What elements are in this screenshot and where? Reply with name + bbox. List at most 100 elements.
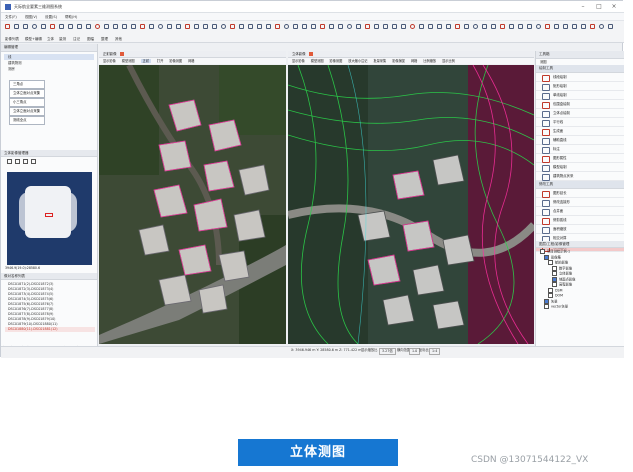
layer-button[interactable]: 立体立面对点采集 <box>9 107 45 116</box>
toolbar-tool-icon[interactable] <box>509 24 514 29</box>
tool-item[interactable]: 模型绘制 <box>536 163 624 172</box>
toolbar-tool-icon[interactable] <box>32 24 37 29</box>
toolbar-tool-icon[interactable] <box>293 24 298 29</box>
tree-checkbox[interactable] <box>544 254 549 260</box>
menu-help[interactable]: 帮助(H) <box>65 13 77 21</box>
toolbar-tool-icon[interactable] <box>554 24 559 29</box>
toolbar-tool-icon[interactable] <box>176 24 181 29</box>
toolbar-tool-icon[interactable] <box>158 24 163 29</box>
toolbar-tool-icon[interactable] <box>284 24 289 29</box>
toolbar-tool-icon[interactable] <box>59 24 64 29</box>
toolbar-tool-icon[interactable] <box>203 24 208 29</box>
tree-checkbox[interactable] <box>548 260 553 265</box>
ratio-value[interactable]: 1:4 <box>429 347 441 355</box>
tool-item[interactable]: 修改连接形 <box>536 198 624 207</box>
layer-button[interactable]: 测线全点 <box>9 116 45 125</box>
toolbar-tool-icon[interactable] <box>86 24 91 29</box>
tree-checkbox[interactable] <box>552 282 557 287</box>
toolbar-tool-icon[interactable] <box>23 24 28 29</box>
toolbar-tool-icon[interactable] <box>248 24 253 29</box>
tree-checkbox[interactable] <box>548 287 553 293</box>
tree-checkbox[interactable] <box>544 298 549 304</box>
toolbar-tool-icon[interactable] <box>320 24 325 29</box>
tab-image-list[interactable]: 影像列表 <box>5 35 19 43</box>
layer-button[interactable]: 立体立面对点采集 <box>9 89 45 98</box>
toolbar-tool-icon[interactable] <box>347 24 352 29</box>
toolbar-tool-icon[interactable] <box>419 24 424 29</box>
toolbar-tool-icon[interactable] <box>68 24 73 29</box>
tool-item[interactable]: 辅助直线 <box>536 136 624 145</box>
tree-checkbox[interactable] <box>548 293 553 298</box>
toolbar-tool-icon[interactable] <box>221 24 226 29</box>
toolbar-tool-icon[interactable] <box>338 24 343 29</box>
toolbar-tool-icon[interactable] <box>518 24 523 29</box>
tool-item[interactable]: 建筑物点状采 <box>536 172 624 181</box>
toolbar-tool-icon[interactable] <box>5 24 10 29</box>
toolbar-tool-icon[interactable] <box>572 24 577 29</box>
zoom-value[interactable]: 3.27倍 <box>379 347 396 355</box>
toolbar-tool-icon[interactable] <box>113 24 118 29</box>
toolbar-tool-icon[interactable] <box>239 24 244 29</box>
toolbar-tool-icon[interactable] <box>131 24 136 29</box>
stereo-tab[interactable]: 影像捕捉 <box>392 59 405 63</box>
draw-tools-group[interactable]: 绘制工具 <box>536 65 624 73</box>
toolbar-tool-icon[interactable] <box>374 24 379 29</box>
overview-refresh-icon[interactable] <box>31 159 36 164</box>
tree-checkbox[interactable] <box>552 271 557 276</box>
tab-measure[interactable]: 量测 <box>59 35 66 43</box>
toolbar-tool-icon[interactable] <box>464 24 469 29</box>
toolbar-tool-icon[interactable] <box>410 24 415 29</box>
overview-view-marker[interactable] <box>45 213 53 217</box>
layer-button[interactable]: 小三角点 <box>9 98 45 107</box>
tool-item[interactable]: 修剪弧线 <box>536 216 624 225</box>
tab-other[interactable]: 其他 <box>115 35 122 43</box>
toolbar-tool-icon[interactable] <box>428 24 433 29</box>
toolbar-tool-icon[interactable] <box>329 24 334 29</box>
stereo-aerial-image[interactable] <box>288 65 534 344</box>
toolbar-tool-icon[interactable] <box>266 24 271 29</box>
toolbar-tool-icon[interactable] <box>581 24 586 29</box>
tool-item[interactable]: 包围盒绘制 <box>536 100 624 109</box>
menu-settings[interactable]: 设置(S) <box>45 13 57 21</box>
toolbar-tool-icon[interactable] <box>257 24 262 29</box>
toolbar-tool-icon[interactable] <box>536 24 541 29</box>
layer-button[interactable]: 三角点 <box>9 80 45 89</box>
tab-stereo[interactable]: 立体 <box>47 35 54 43</box>
toolbar-tool-icon[interactable] <box>302 24 307 29</box>
tool-item[interactable]: 平行线 <box>536 118 624 127</box>
stereo-tab[interactable]: 网格 <box>411 59 417 63</box>
tree-checkbox[interactable] <box>552 265 557 271</box>
stereo-tab[interactable]: 模型测图 <box>311 59 324 63</box>
tree-checkbox[interactable] <box>540 249 545 254</box>
tool-item[interactable]: 立体点绘制 <box>536 109 624 118</box>
stereo-tab[interactable]: 影像测图 <box>330 59 343 63</box>
toolbar-tool-icon[interactable] <box>437 24 442 29</box>
close-tab-icon[interactable] <box>119 52 124 56</box>
toolbar-tool-icon[interactable] <box>527 24 532 29</box>
stereo-tab[interactable]: 放大缩小注记 <box>348 59 367 63</box>
toolbar-tool-icon[interactable] <box>500 24 505 29</box>
tool-item[interactable]: 面积缩放 <box>536 225 624 234</box>
ortho-tab-active[interactable]: 正射 <box>140 59 151 63</box>
overview-map[interactable] <box>7 172 92 265</box>
toolbar-tool-icon[interactable] <box>194 24 199 29</box>
tool-item[interactable]: 线段绘制 <box>536 73 624 82</box>
stereo-tab[interactable]: 比例缩放 <box>423 59 436 63</box>
tool-item[interactable]: 矩形绘制 <box>536 82 624 91</box>
toolbar-tool-icon[interactable] <box>104 24 109 29</box>
toolbar-tool-icon[interactable] <box>140 24 145 29</box>
toolbar-tool-icon[interactable] <box>482 24 487 29</box>
toolbar-tool-icon[interactable] <box>230 24 235 29</box>
ortho-tab[interactable]: 模型测图 <box>122 59 135 63</box>
tab-sheet[interactable]: 图幅 <box>87 35 94 43</box>
tool-item[interactable]: 标注 <box>536 145 624 154</box>
toolbar-tool-icon[interactable] <box>185 24 190 29</box>
ortho-tab[interactable]: 网格 <box>188 59 194 63</box>
toolbar-tool-icon[interactable] <box>599 24 604 29</box>
toolbar-tool-icon[interactable] <box>473 24 478 29</box>
toolbar-tool-icon[interactable] <box>455 24 460 29</box>
modify-tools-group[interactable]: 修改工具 <box>536 181 624 189</box>
close-tab-icon[interactable] <box>308 52 313 56</box>
menu-file[interactable]: 文件(F) <box>5 13 17 21</box>
stereo-tab[interactable]: 显示影像 <box>292 59 305 63</box>
